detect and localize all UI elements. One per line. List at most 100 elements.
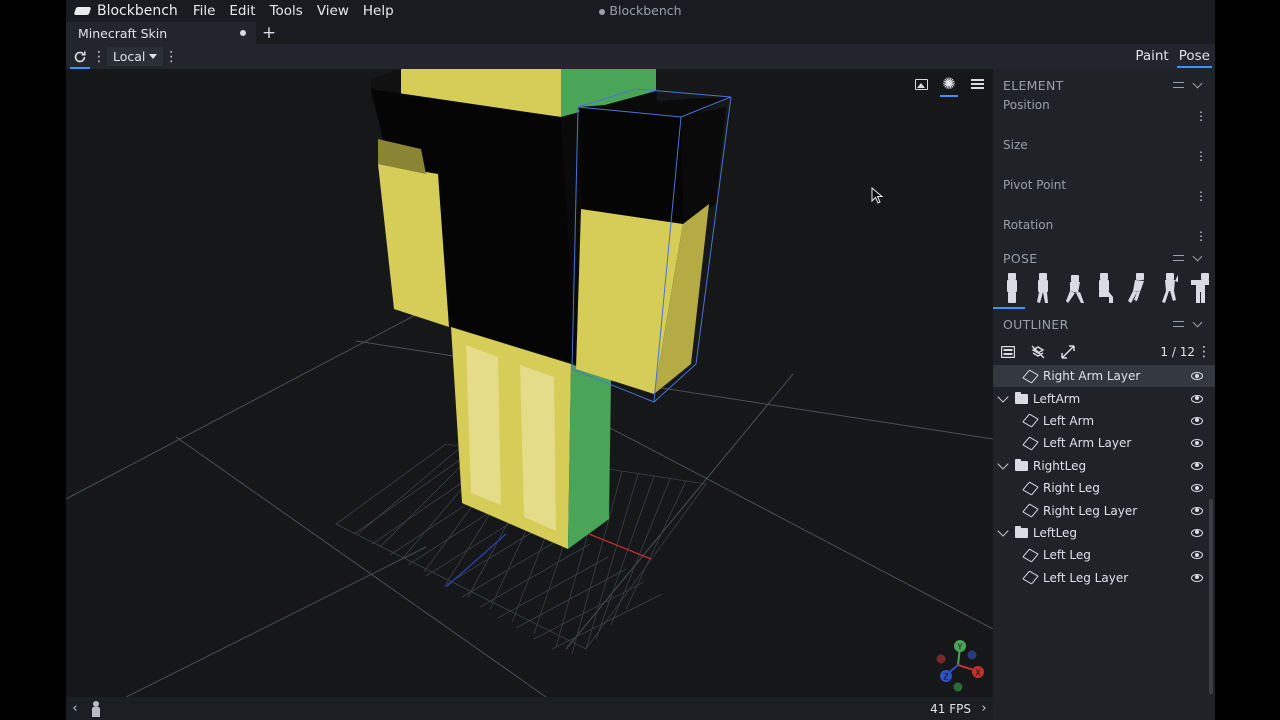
axis-gizmo[interactable]: Y X Z [928, 635, 988, 695]
toolbar-kebab-icon[interactable]: ⋮ [164, 44, 178, 69]
statusbar: ‹ 41 FPS › [66, 697, 993, 720]
outliner-toolbar: 1 / 12 ⋮ [993, 339, 1215, 365]
viewport-menu-button[interactable] [965, 73, 989, 95]
outliner-item-label: RightLeg [1033, 458, 1087, 473]
expand-icon [1061, 345, 1075, 359]
property-kebab-icon[interactable]: ⋮ [1195, 110, 1207, 122]
chevron-down-icon[interactable] [997, 390, 1009, 403]
mode-tab-paint[interactable]: Paint [1130, 44, 1173, 69]
outliner-item-right-leg[interactable]: Right Leg [993, 477, 1215, 499]
3d-viewport[interactable]: ✺ Y X Z [66, 69, 993, 697]
chevron-down-icon[interactable] [1192, 251, 1203, 262]
fps-counter: 41 FPS [930, 701, 971, 716]
outliner-item-leftarm-group[interactable]: LeftArm [993, 387, 1215, 409]
outliner-item-leftleg-group[interactable]: LeftLeg [993, 522, 1215, 544]
unsaved-dot-icon [599, 8, 606, 15]
right-arm-black-side [681, 107, 726, 224]
eye-icon[interactable] [1191, 394, 1203, 403]
pose-running-icon[interactable] [1128, 273, 1146, 303]
outliner-kebab-icon[interactable]: ⋮ [1197, 340, 1211, 365]
outliner-item-left-leg[interactable]: Left Leg [993, 544, 1215, 566]
chevron-down-icon[interactable] [1192, 317, 1203, 328]
outliner-item-label: Left Leg [1043, 548, 1091, 563]
layers-off-icon [1031, 345, 1045, 359]
mode-tabs: Paint Pose [1130, 44, 1215, 69]
add-tab-button[interactable]: + [256, 22, 282, 44]
plus-icon: + [261, 23, 277, 43]
expand-all-button[interactable] [1061, 342, 1091, 362]
toggle-visibility-button[interactable] [1031, 342, 1061, 362]
outliner-item-rightleg-group[interactable]: RightLeg [993, 455, 1215, 477]
outliner-panel-header[interactable]: OUTLINER [993, 309, 1215, 339]
outliner-scrollbar[interactable] [1209, 499, 1213, 694]
outliner-item-label: LeftArm [1033, 391, 1081, 406]
cube-icon [1022, 413, 1039, 428]
menubar: Blockbench File Edit Tools View Help Blo… [66, 0, 1215, 22]
app-brand: Blockbench [66, 3, 186, 19]
pose-jumping-icon[interactable] [1160, 273, 1178, 303]
pose-sitting-icon[interactable] [1097, 273, 1115, 303]
property-kebab-icon[interactable]: ⋮ [1195, 150, 1207, 162]
cube-icon [1022, 481, 1039, 496]
letterbox-right [1215, 0, 1280, 720]
eye-icon[interactable] [1191, 573, 1203, 582]
rotate-tool-button[interactable] [66, 44, 94, 69]
tab-minecraft-skin[interactable]: Minecraft Skin [66, 22, 256, 44]
collapse-right-icon[interactable]: › [975, 701, 993, 716]
eye-icon[interactable] [1191, 506, 1203, 515]
outliner-item-left-leg-layer[interactable]: Left Leg Layer [993, 567, 1215, 589]
eye-icon[interactable] [1191, 484, 1203, 493]
menu-edit[interactable]: Edit [222, 0, 262, 22]
outliner-item-right-arm-layer[interactable]: Right Arm Layer [993, 365, 1215, 388]
mode-tab-pose[interactable]: Pose [1174, 44, 1215, 69]
panel-drag-icon[interactable] [1173, 321, 1184, 327]
menu-help[interactable]: Help [356, 0, 401, 22]
tool-options-kebab-icon[interactable]: ⋮ [92, 44, 106, 69]
x-axis-line [588, 533, 652, 560]
cube-icon [1022, 503, 1039, 518]
unsaved-dot-icon[interactable] [240, 30, 246, 36]
eye-icon[interactable] [1191, 551, 1203, 560]
panel-drag-icon[interactable] [1173, 82, 1184, 88]
scene-render [66, 69, 993, 697]
add-group-button[interactable] [1001, 342, 1031, 362]
background-image-button[interactable] [909, 73, 933, 95]
image-icon [914, 78, 928, 90]
outliner-toggle-icon [1001, 346, 1015, 358]
chevron-down-icon[interactable] [997, 525, 1009, 537]
pose-walking-icon[interactable] [1034, 273, 1052, 303]
property-label: Pivot Point [1003, 178, 1067, 192]
outliner-item-left-arm[interactable]: Left Arm [993, 410, 1215, 432]
blockbench-logo-icon [74, 5, 91, 17]
property-kebab-icon[interactable]: ⋮ [1195, 190, 1207, 202]
outliner-item-right-leg-layer[interactable]: Right Leg Layer [993, 499, 1215, 521]
pose-natural-icon[interactable] [1003, 273, 1021, 303]
folder-icon [1015, 525, 1028, 538]
lighting-button[interactable]: ✺ [937, 73, 961, 97]
tabbar: Minecraft Skin + [66, 22, 1215, 44]
pose-flying-icon[interactable] [1190, 273, 1209, 303]
cube-icon [1022, 548, 1039, 563]
outliner-item-left-arm-layer[interactable]: Left Arm Layer [993, 432, 1215, 454]
collapse-left-icon[interactable]: ‹ [66, 701, 84, 716]
eye-icon[interactable] [1191, 439, 1203, 448]
right-leg-side [568, 364, 611, 549]
eye-icon[interactable] [1191, 461, 1203, 470]
player-model-icon[interactable] [90, 700, 102, 717]
menu-tools[interactable]: Tools [263, 0, 310, 22]
outliner-item-label: Left Arm [1043, 413, 1095, 428]
menu-view[interactable]: View [310, 0, 356, 22]
eye-icon[interactable] [1191, 528, 1203, 537]
outliner-item-label: LeftLeg [1033, 525, 1078, 540]
space-dropdown[interactable]: Local [107, 47, 164, 66]
eye-icon[interactable] [1191, 372, 1203, 381]
property-rotation: Rotation ⋮ [993, 210, 1215, 250]
panel-drag-icon[interactable] [1173, 255, 1184, 261]
property-kebab-icon[interactable]: ⋮ [1195, 230, 1207, 242]
menu-file[interactable]: File [186, 0, 223, 22]
chevron-down-icon[interactable] [1192, 78, 1203, 89]
chevron-down-icon[interactable] [997, 458, 1009, 470]
outliner-item-label: Left Leg Layer [1043, 570, 1129, 585]
eye-icon[interactable] [1191, 416, 1203, 425]
pose-crouching-icon[interactable] [1065, 273, 1084, 303]
